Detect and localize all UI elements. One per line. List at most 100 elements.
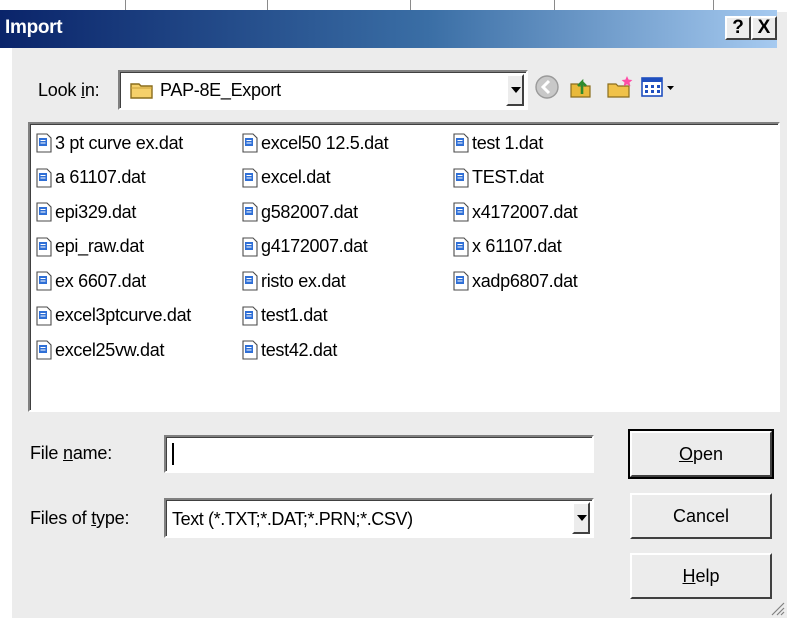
data-file-icon: [453, 271, 469, 291]
data-file-icon: [242, 202, 258, 222]
help-title-button[interactable]: ?: [725, 16, 751, 40]
title-bar[interactable]: Import ? X: [0, 10, 777, 48]
file-name-text: epi329.dat: [55, 201, 137, 222]
file-list-item[interactable]: g4172007.dat: [242, 234, 368, 260]
file-list-item[interactable]: excel25vw.dat: [36, 337, 164, 363]
file-name-text: g582007.dat: [261, 201, 358, 222]
close-glyph: X: [757, 17, 771, 38]
file-name-text: ex 6607.dat: [55, 270, 146, 291]
file-list-item[interactable]: test1.dat: [242, 303, 328, 329]
data-file-icon: [36, 133, 52, 153]
look-in-label-suffix: n:: [84, 80, 100, 100]
file-list-item[interactable]: x 61107.dat: [453, 234, 562, 260]
file-name-text: excel.dat: [261, 167, 331, 187]
file-name-input[interactable]: [164, 435, 594, 473]
view-menu-button[interactable]: [641, 76, 681, 100]
text-cursor: [172, 443, 174, 465]
file-list-item[interactable]: xadp6807.dat: [453, 268, 578, 294]
look-in-combo[interactable]: PAP-8E_Export: [118, 70, 528, 110]
file-list-item[interactable]: excel3ptcurve.dat: [36, 303, 191, 329]
open-button[interactable]: Open: [628, 429, 774, 479]
file-name-label: File name:: [30, 443, 112, 464]
file-type-label-suffix: ype:: [96, 508, 130, 528]
file-name-text: xadp6807.dat: [472, 270, 578, 291]
file-name-text: excel50 12.5.dat: [261, 132, 389, 153]
file-name-text: test 1.dat: [472, 132, 544, 153]
file-name-text: a 61107.dat: [55, 167, 146, 187]
file-name-text: TEST.dat: [472, 167, 544, 187]
file-name-label-accel: n: [63, 443, 73, 463]
cancel-button[interactable]: Cancel: [630, 493, 772, 539]
data-file-icon: [242, 133, 258, 153]
file-type-label-prefix: Files of: [30, 508, 92, 528]
help-accel: H: [682, 566, 696, 586]
file-list-item[interactable]: test 1.dat: [453, 130, 543, 156]
help-glyph: ?: [732, 17, 744, 38]
chevron-down-icon: [577, 515, 587, 521]
data-file-icon: [36, 340, 52, 360]
look-in-folder: PAP-8E_Export: [160, 80, 281, 100]
open-accel: O: [678, 444, 693, 464]
file-list[interactable]: 3 pt curve ex.dat a 61107.dat epi329.dat ep…: [28, 122, 780, 412]
file-name-text: excel3ptcurve.dat: [55, 305, 191, 325]
back-arrow-icon[interactable]: [534, 74, 560, 100]
files-of-type-dropdown-button[interactable]: [572, 502, 590, 534]
data-file-icon: [36, 305, 52, 326]
data-file-icon: [242, 167, 258, 188]
file-list-item[interactable]: excel.dat: [242, 165, 331, 191]
look-in-label-prefix: Look: [38, 80, 82, 100]
data-file-icon: [36, 202, 52, 222]
up-folder-icon[interactable]: [568, 74, 594, 100]
help-button[interactable]: Help: [630, 553, 772, 599]
file-list-item[interactable]: test42.dat: [242, 337, 337, 363]
file-name-text: g4172007.dat: [261, 236, 368, 256]
chevron-down-icon: [511, 87, 521, 93]
file-list-item[interactable]: excel50 12.5.dat: [242, 130, 389, 156]
data-file-icon: [242, 236, 258, 257]
look-in-dropdown-button[interactable]: [506, 74, 524, 106]
files-of-type-value: Text (*.TXT;*.DAT;*.PRN;*.CSV): [172, 509, 413, 529]
files-of-type-combo[interactable]: Text (*.TXT;*.DAT;*.PRN;*.CSV): [164, 498, 594, 538]
file-list-item[interactable]: epi329.dat: [36, 199, 136, 225]
file-name-label-prefix: File: [30, 443, 64, 463]
screen: { "dialog": { "title": "Import", "help_g…: [0, 0, 787, 618]
file-list-item[interactable]: ex 6607.dat: [36, 268, 146, 294]
cancel-label: Cancel: [672, 506, 730, 526]
file-name-text: excel25vw.dat: [55, 339, 165, 360]
file-list-item[interactable]: a 61107.dat: [36, 165, 146, 191]
close-title-button[interactable]: X: [751, 16, 777, 40]
file-list-item[interactable]: TEST.dat: [453, 165, 544, 191]
data-file-icon: [36, 236, 52, 257]
files-of-type-label: Files of type:: [30, 508, 129, 529]
data-file-icon: [242, 340, 258, 360]
file-list-item[interactable]: g582007.dat: [242, 199, 358, 225]
data-file-icon: [36, 271, 52, 291]
resize-grip-icon[interactable]: [769, 600, 785, 616]
file-list-item[interactable]: x4172007.dat: [453, 199, 578, 225]
file-list-item[interactable]: risto ex.dat: [242, 268, 346, 294]
file-name-text: x4172007.dat: [472, 201, 578, 222]
file-list-item[interactable]: 3 pt curve ex.dat: [36, 130, 183, 156]
dialog-title: Import: [5, 17, 63, 38]
data-file-icon: [453, 236, 469, 257]
file-name-text: 3 pt curve ex.dat: [55, 132, 183, 153]
file-name-label-suffix: ame:: [72, 443, 113, 463]
folder-icon: [130, 83, 153, 99]
file-name-text: test42.dat: [261, 339, 338, 360]
file-name-text: test1.dat: [261, 305, 328, 325]
file-name-text: risto ex.dat: [261, 270, 346, 291]
file-name-text: x 61107.dat: [472, 236, 562, 256]
file-list-item[interactable]: epi_raw.dat: [36, 234, 144, 260]
data-file-icon: [36, 167, 52, 188]
look-in-label: Look in:: [38, 80, 100, 101]
data-file-icon: [453, 202, 469, 222]
data-file-icon: [453, 167, 469, 188]
data-file-icon: [453, 133, 469, 153]
new-folder-icon[interactable]: [606, 74, 634, 100]
help-label: elp: [695, 566, 720, 586]
data-file-icon: [242, 305, 258, 326]
view-menu-icon: [641, 77, 674, 97]
data-file-icon: [242, 271, 258, 291]
open-label: pen: [692, 444, 724, 464]
file-name-text: epi_raw.dat: [55, 236, 144, 256]
